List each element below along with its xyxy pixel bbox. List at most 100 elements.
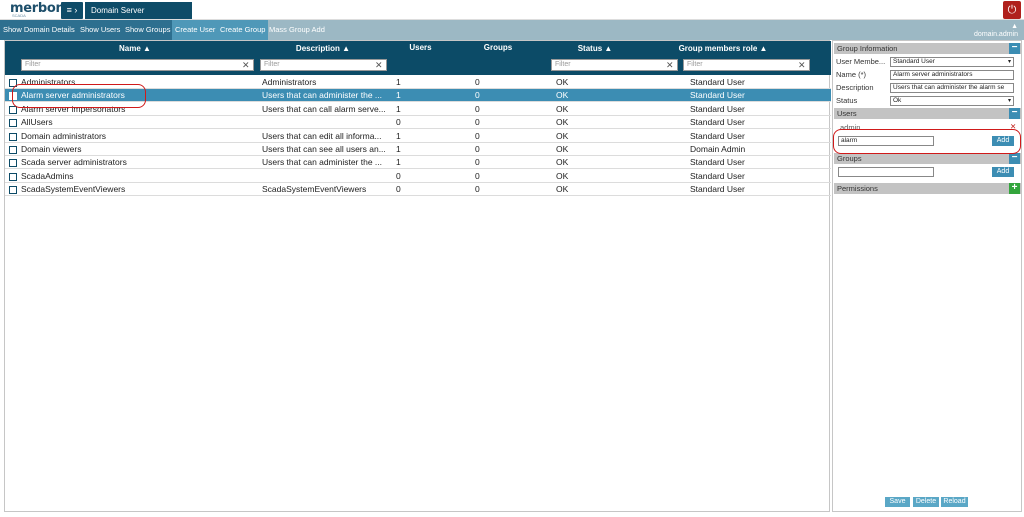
row-groups-count: 0 xyxy=(475,103,480,114)
users-section-header[interactable]: Users − xyxy=(834,108,1021,119)
user-membership-value: Standard User xyxy=(893,58,935,65)
table-row[interactable]: Domain viewers Users that can see all use… xyxy=(5,143,831,156)
row-checkbox[interactable] xyxy=(9,92,17,101)
group-description-field[interactable]: Users that can administer the alarm se xyxy=(890,83,1014,93)
table-row[interactable]: Domain administrators Users that can edit… xyxy=(5,130,831,143)
row-name: AllUsers xyxy=(21,117,53,128)
clear-description-filter-icon[interactable]: ✕ xyxy=(375,59,383,71)
table-row[interactable]: Alarm server administrators Users that ca… xyxy=(5,89,831,103)
row-name: Administrators xyxy=(21,77,76,87)
role-filter-input[interactable]: Filter xyxy=(683,59,810,71)
group-name-field[interactable]: Alarm server administrators xyxy=(890,70,1014,80)
row-checkbox[interactable] xyxy=(9,79,17,87)
user-membership-select[interactable]: Standard User ▾ xyxy=(890,57,1014,67)
clear-status-filter-icon[interactable]: ✕ xyxy=(666,59,674,71)
clear-role-filter-icon[interactable]: ✕ xyxy=(798,59,806,71)
row-role: Standard User xyxy=(690,157,745,168)
group-detail-panel: Group Information − User Membe... Standa… xyxy=(832,40,1022,512)
create-group-button[interactable]: Create Group xyxy=(217,20,269,40)
column-header-name[interactable]: Name ▲ xyxy=(105,44,165,53)
chevron-down-icon: ▾ xyxy=(1007,98,1011,104)
row-checkbox[interactable] xyxy=(9,119,17,128)
table-row[interactable]: AllUsers 0 0 OK Standard User xyxy=(5,116,831,130)
row-name: ScadaAdmins xyxy=(21,170,74,181)
column-header-role[interactable]: Group members role ▲ xyxy=(673,44,773,53)
collapse-groups-icon[interactable]: − xyxy=(1009,153,1020,164)
group-member-admin: admin xyxy=(840,123,861,132)
add-group-button[interactable]: Add xyxy=(992,167,1014,177)
save-button[interactable]: Save xyxy=(885,497,910,507)
table-row[interactable]: Alarm server impersonators Users that can… xyxy=(5,103,831,116)
row-name: Domain administrators xyxy=(21,130,107,141)
row-status: OK xyxy=(556,130,569,141)
add-group-input[interactable] xyxy=(838,167,934,177)
reload-button[interactable]: Reload xyxy=(941,497,968,507)
description-filter-input[interactable]: Filter xyxy=(260,59,387,71)
clear-name-filter-icon[interactable]: ✕ xyxy=(242,59,250,71)
row-groups-count: 0 xyxy=(475,157,480,168)
show-users-button[interactable]: Show Users xyxy=(77,20,124,40)
row-description: Users that can see all users an... xyxy=(262,144,386,154)
collapse-users-icon[interactable]: − xyxy=(1009,108,1020,119)
top-bar: merbon SCADA ≡ › Domain Server ⏻ xyxy=(0,0,1024,20)
remove-member-icon[interactable]: ✕ xyxy=(1010,122,1016,131)
row-groups-count: 0 xyxy=(475,77,480,87)
row-description: ScadaSystemEventViewers xyxy=(262,184,367,195)
row-role: Standard User xyxy=(690,77,745,87)
status-filter-input[interactable]: Filter xyxy=(551,59,678,71)
row-checkbox[interactable] xyxy=(9,132,17,141)
mass-group-add-button[interactable]: Mass Group Add xyxy=(266,20,328,40)
row-checkbox[interactable] xyxy=(9,105,17,114)
group-information-title: Group Information xyxy=(837,44,898,53)
hamburger-icon[interactable]: ≡ › xyxy=(61,2,83,19)
row-name: ScadaSystemEventViewers xyxy=(21,184,126,195)
row-checkbox[interactable] xyxy=(9,146,17,154)
groups-section-header[interactable]: Groups − xyxy=(834,153,1021,164)
status-select[interactable]: Ok ▾ xyxy=(890,96,1014,106)
row-users-count: 0 xyxy=(396,117,401,128)
row-role: Standard User xyxy=(690,90,745,101)
row-checkbox[interactable] xyxy=(9,159,17,168)
table-row[interactable]: ScadaSystemEventViewers ScadaSystemEventV… xyxy=(5,183,831,197)
users-section-title: Users xyxy=(837,109,857,118)
row-role: Domain Admin xyxy=(690,144,746,154)
table-row[interactable]: Scada server administrators Users that ca… xyxy=(5,156,831,170)
add-user-button[interactable]: Add xyxy=(992,136,1014,146)
row-description: Users that can edit all informa... xyxy=(262,130,382,141)
show-domain-details-button[interactable]: Show Domain Details xyxy=(0,20,78,40)
row-role: Standard User xyxy=(690,184,745,195)
table-row[interactable]: Administrators Administrators 1 0 OK Standard… xyxy=(5,76,831,89)
row-name: Alarm server impersonators xyxy=(21,103,126,114)
row-checkbox[interactable] xyxy=(9,186,17,195)
expand-permissions-icon[interactable]: + xyxy=(1009,183,1020,194)
table-row[interactable]: ScadaAdmins 0 0 OK Standard User xyxy=(5,170,831,183)
app-title: Domain Server xyxy=(85,2,192,19)
permissions-section-header[interactable]: Permissions + xyxy=(834,183,1021,194)
status-value: Ok xyxy=(893,97,902,104)
row-name: Domain viewers xyxy=(21,144,82,154)
row-role: Standard User xyxy=(690,117,745,128)
row-status: OK xyxy=(556,90,569,101)
column-header-status[interactable]: Status ▲ xyxy=(570,44,620,53)
row-name: Scada server administrators xyxy=(21,157,127,168)
row-description: Administrators xyxy=(262,77,317,87)
row-users-count: 1 xyxy=(396,144,401,154)
row-description: Users that can administer the ... xyxy=(262,90,382,101)
delete-button[interactable]: Delete xyxy=(913,497,939,507)
row-checkbox[interactable] xyxy=(9,172,17,181)
column-header-description[interactable]: Description ▲ xyxy=(283,44,363,53)
row-status: OK xyxy=(556,157,569,168)
create-user-button[interactable]: Create User xyxy=(172,20,219,40)
power-icon[interactable]: ⏻ xyxy=(1003,1,1021,19)
show-groups-button[interactable]: Show Groups xyxy=(122,20,174,40)
chevron-down-icon: ▾ xyxy=(1007,59,1011,65)
row-status: OK xyxy=(556,144,569,154)
name-filter-input[interactable]: Filter xyxy=(21,59,254,71)
row-users-count: 1 xyxy=(396,103,401,114)
row-role: Standard User xyxy=(690,170,745,181)
add-user-input[interactable]: alarm xyxy=(838,136,934,146)
group-information-header[interactable]: Group Information − xyxy=(834,43,1021,54)
row-users-count: 0 xyxy=(396,170,401,181)
collapse-group-info-icon[interactable]: − xyxy=(1009,43,1020,54)
current-user[interactable]: ▲ domain.admin xyxy=(974,23,1018,39)
